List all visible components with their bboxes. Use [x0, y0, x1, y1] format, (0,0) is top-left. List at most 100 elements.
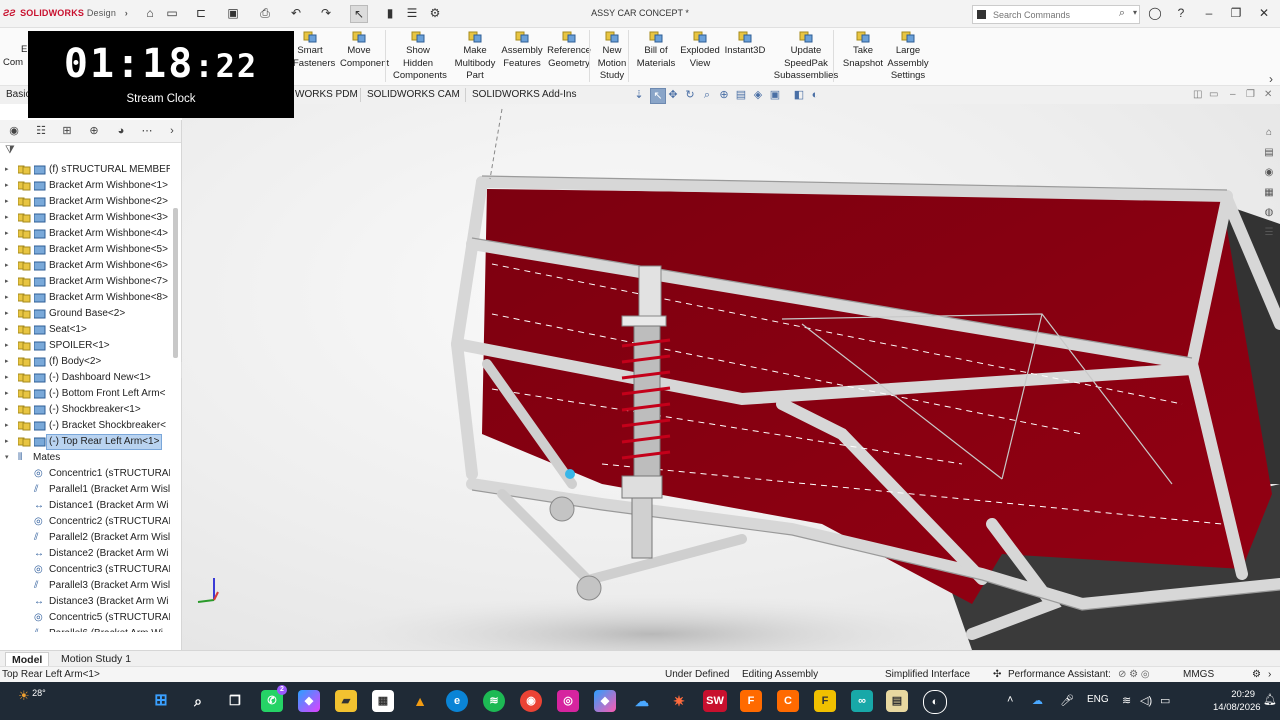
- edge-icon[interactable]: e: [446, 690, 468, 712]
- view-palette-icon[interactable]: ▦: [1262, 186, 1276, 200]
- expand-arrow-icon[interactable]: ▸: [5, 306, 13, 322]
- expand-arrow-icon[interactable]: ▸: [5, 402, 13, 418]
- property-manager-tab-icon[interactable]: ☷: [33, 123, 49, 139]
- vlc-icon[interactable]: ▲: [409, 690, 431, 712]
- app-starburst-icon[interactable]: ✷: [668, 690, 690, 712]
- ribbon-button-exploded-view[interactable]: Exploded View: [676, 30, 724, 70]
- panel-expand-icon[interactable]: ›: [164, 123, 180, 139]
- microphone-icon[interactable]: 🎤︎: [1060, 694, 1074, 707]
- more-tabs-icon[interactable]: ⋯: [139, 123, 155, 139]
- tree-component-row[interactable]: ▸ SPOILER<1>: [0, 338, 170, 354]
- tree-mate-row[interactable]: ◎ Concentric5 (sTRUCTURAL: [0, 610, 170, 626]
- expand-arrow-icon[interactable]: ▸: [5, 274, 13, 290]
- tab-solidworks-cam[interactable]: SOLIDWORKS CAM: [360, 88, 466, 102]
- rebuild-status-icon[interactable]: ⊘ ⚙ ◎: [1118, 667, 1150, 682]
- dynamic-annotation-icon[interactable]: ◈: [751, 88, 765, 102]
- expand-arrow-icon[interactable]: ▸: [5, 242, 13, 258]
- app-f-icon[interactable]: F: [740, 690, 762, 712]
- system-clock[interactable]: 20:29 14/08/2026: [1213, 688, 1261, 714]
- tab-solidworks-addins[interactable]: SOLIDWORKS Add-Ins: [465, 88, 582, 102]
- expand-arrow-icon[interactable]: ▸: [5, 434, 13, 450]
- tab-solidworks-pdm[interactable]: WORKS PDM: [289, 88, 364, 102]
- dimxpert-tab-icon[interactable]: ⊕: [86, 123, 102, 139]
- tab-model[interactable]: Model: [5, 652, 50, 667]
- tree-component-row[interactable]: ▸ Bracket Arm Wishbone<5>: [0, 242, 170, 258]
- onedrive-icon[interactable]: ☁: [631, 690, 653, 712]
- expand-arrow-icon[interactable]: ▸: [5, 386, 13, 402]
- tree-mate-row[interactable]: ◎ Concentric2 (sTRUCTURAL: [0, 514, 170, 530]
- save-icon[interactable]: ▣: [225, 5, 241, 21]
- spotify-icon[interactable]: ≋: [483, 690, 505, 712]
- chevron-down-icon[interactable]: ▾: [1133, 8, 1137, 17]
- search-icon[interactable]: ⌕: [1119, 7, 1125, 20]
- viewport-split-icon[interactable]: ▭: [1209, 89, 1218, 100]
- solidworks-resources-icon[interactable]: ⌂: [1262, 126, 1276, 140]
- ribbon-button-reference-geometry[interactable]: Reference Geometry: [542, 30, 596, 70]
- view-orientation-icon[interactable]: ⇣: [632, 88, 646, 102]
- search-scope-icon[interactable]: [977, 10, 986, 19]
- tree-component-row[interactable]: ▸ Bracket Arm Wishbone<7>: [0, 274, 170, 290]
- display-style-icon[interactable]: ▣: [768, 88, 782, 102]
- battery-icon[interactable]: ▭: [1160, 694, 1170, 707]
- search-input[interactable]: [991, 7, 1113, 23]
- task-view-icon[interactable]: ❐: [224, 690, 246, 712]
- ribbon-button-assembly-features[interactable]: Assembly Features: [496, 30, 548, 70]
- logo-menu-arrow-icon[interactable]: ›: [125, 8, 128, 18]
- expand-arrow-icon[interactable]: ▸: [5, 258, 13, 274]
- tree-component-row[interactable]: ▸ Bracket Arm Wishbone<2>: [0, 194, 170, 210]
- store-icon[interactable]: ▦: [372, 690, 394, 712]
- print-icon[interactable]: ⎙: [257, 5, 273, 21]
- ribbon-partial-button[interactable]: E Com: [3, 44, 27, 69]
- appearance-icon[interactable]: ◐: [808, 88, 822, 102]
- tree-component-row[interactable]: ▸ (-) Top Rear Left Arm<1>: [0, 434, 170, 450]
- tree-component-row[interactable]: ▸ Bracket Arm Wishbone<1>: [0, 178, 170, 194]
- expand-arrow-icon[interactable]: ▸: [5, 194, 13, 210]
- section-view-icon[interactable]: ▤: [734, 88, 748, 102]
- new-document-icon[interactable]: ▭: [164, 5, 180, 21]
- m365-copilot-icon[interactable]: ◆: [594, 690, 616, 712]
- wifi-icon[interactable]: ≋: [1122, 694, 1131, 707]
- tree-scrollbar[interactable]: [173, 208, 178, 358]
- tree-component-row[interactable]: ▸ (-) Bracket Shockbreaker<: [0, 418, 170, 434]
- expand-arrow-icon[interactable]: ▸: [5, 370, 13, 386]
- pan-icon[interactable]: ✥: [666, 88, 680, 102]
- start-icon[interactable]: ⊞: [150, 690, 172, 712]
- graphics-viewport[interactable]: [182, 104, 1280, 650]
- appearances-icon[interactable]: ◍: [1262, 206, 1276, 220]
- tree-component-row[interactable]: ▸ Bracket Arm Wishbone<8>: [0, 290, 170, 306]
- tree-component-row[interactable]: ▸ Bracket Arm Wishbone<3>: [0, 210, 170, 226]
- hide-show-icon[interactable]: ◧: [792, 88, 806, 102]
- tree-component-row[interactable]: ▸ (-) Shockbreaker<1>: [0, 402, 170, 418]
- chrome-icon[interactable]: ◉: [520, 690, 542, 712]
- tree-mate-row[interactable]: ⫽ Parallel2 (Bracket Arm Wisl: [0, 530, 170, 546]
- tree-component-row[interactable]: ▸ (f) Body<2>: [0, 354, 170, 370]
- restore-icon[interactable]: ❐: [1227, 5, 1245, 21]
- file-explorer-taskbar-icon[interactable]: ▰: [335, 690, 357, 712]
- expand-arrow-icon[interactable]: ▸: [5, 290, 13, 306]
- ribbon-button-show-hidden-components[interactable]: Show Hidden Components: [393, 30, 447, 83]
- tree-mate-row[interactable]: ↔ Distance3 (Bracket Arm Wi: [0, 594, 170, 610]
- close-icon[interactable]: ✕: [1255, 5, 1273, 21]
- viewport-minimize-icon[interactable]: –: [1230, 89, 1236, 100]
- tray-overflow-icon[interactable]: ˄: [1007, 694, 1013, 706]
- tree-mate-row[interactable]: ⫽ Parallel3 (Bracket Arm Wisl: [0, 578, 170, 594]
- search-taskbar-icon[interactable]: ⌕: [187, 690, 209, 712]
- instagram-icon[interactable]: ◎: [557, 690, 579, 712]
- select-tool-icon[interactable]: ↖: [650, 88, 666, 104]
- tree-mate-row[interactable]: ↔ Distance1 (Bracket Arm Wi: [0, 498, 170, 514]
- expand-arrow-icon[interactable]: ▸: [5, 178, 13, 194]
- file-explorer-icon[interactable]: ◉: [1262, 166, 1276, 180]
- expand-arrow-icon[interactable]: ▸: [5, 418, 13, 434]
- volume-icon[interactable]: ◁): [1140, 694, 1152, 707]
- rotate-icon[interactable]: ↻: [683, 88, 697, 102]
- search-commands[interactable]: ⌕ ▾: [972, 5, 1140, 24]
- ribbon-button-take-snapshot[interactable]: Take Snapshot: [842, 30, 884, 70]
- zoom-area-icon[interactable]: ⊕: [717, 88, 731, 102]
- language-indicator[interactable]: ENG: [1087, 694, 1109, 705]
- open-folder-icon[interactable]: ⊏: [193, 5, 209, 21]
- options-gear-icon[interactable]: ⚙: [427, 5, 443, 21]
- home-icon[interactable]: ⌂: [142, 5, 158, 21]
- zoom-to-fit-icon[interactable]: ⌕: [700, 88, 714, 102]
- tree-mate-row[interactable]: ↔ Distance2 (Bracket Arm Wi: [0, 546, 170, 562]
- filter-icon[interactable]: ⧩: [5, 144, 15, 157]
